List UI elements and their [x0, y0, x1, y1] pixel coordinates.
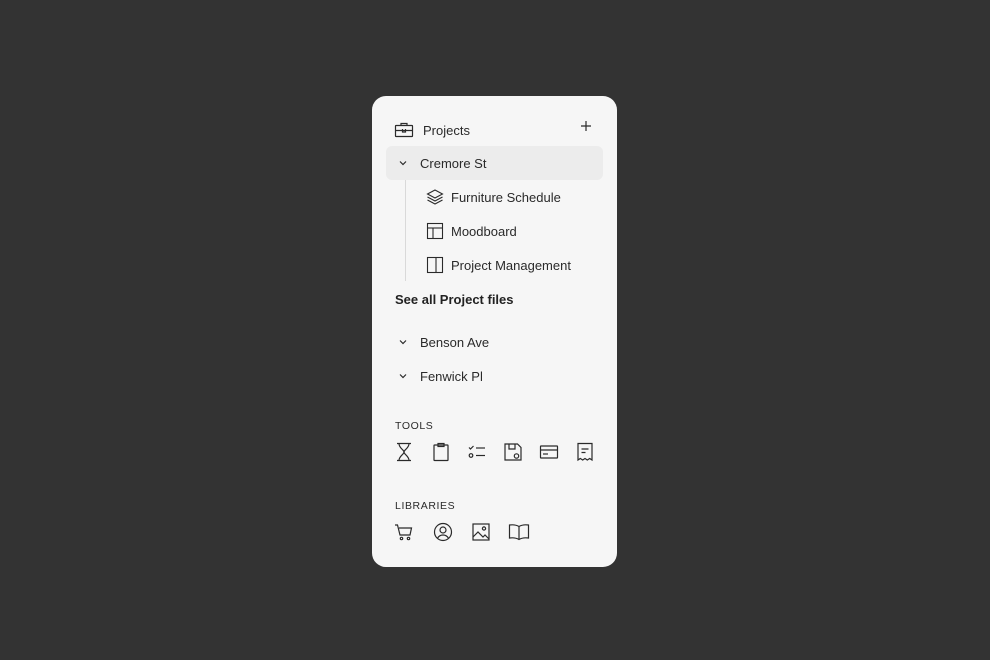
library-cart-button[interactable] — [394, 522, 414, 547]
project-fenwick-pl[interactable]: Fenwick Pl — [398, 365, 483, 387]
project-name: Fenwick Pl — [420, 368, 483, 384]
tool-credit-card-button[interactable] — [539, 444, 559, 464]
project-name: Cremore St — [420, 155, 487, 171]
projects-header[interactable]: Projects — [394, 118, 594, 142]
project-cremore-st[interactable]: Cremore St — [398, 152, 486, 174]
tool-checklist-button[interactable] — [467, 444, 487, 464]
checklist-icon — [467, 442, 487, 467]
file-furniture-schedule[interactable]: Furniture Schedule — [426, 186, 561, 208]
library-images-button[interactable] — [471, 522, 491, 547]
sidebar-panel-icon — [426, 256, 444, 274]
library-book-button[interactable] — [508, 522, 530, 547]
chevron-down-icon — [398, 371, 408, 381]
libraries-heading: LIBRARIES — [395, 500, 456, 512]
file-moodboard[interactable]: Moodboard — [426, 220, 517, 242]
projects-label: Projects — [423, 122, 470, 138]
tool-save-button[interactable] — [503, 442, 523, 467]
user-circle-icon — [433, 522, 453, 547]
cart-icon — [394, 522, 414, 547]
tool-clipboard-button[interactable] — [431, 442, 451, 467]
image-icon — [471, 522, 491, 547]
plus-icon — [580, 119, 592, 137]
clipboard-icon — [432, 442, 450, 467]
tree-connector — [405, 180, 406, 281]
book-icon — [508, 522, 530, 547]
see-all-project-files-link[interactable]: See all Project files — [395, 292, 514, 307]
project-name: Benson Ave — [420, 334, 490, 350]
chevron-down-icon — [398, 158, 408, 168]
layers-icon — [426, 188, 444, 206]
tool-hourglass-button[interactable] — [394, 442, 414, 467]
file-label: Furniture Schedule — [451, 189, 561, 205]
receipt-icon — [576, 442, 594, 467]
sidebar-panel: Projects Cremore St Furniture Schedule M… — [372, 96, 617, 567]
tool-receipt-button[interactable] — [575, 442, 595, 467]
save-icon — [503, 442, 523, 467]
file-project-management[interactable]: Project Management — [426, 254, 571, 276]
file-label: Moodboard — [451, 223, 517, 239]
briefcase-icon — [394, 121, 414, 139]
layout-icon — [426, 222, 444, 240]
tools-heading: TOOLS — [395, 420, 434, 432]
add-project-button[interactable] — [578, 120, 594, 136]
project-benson-ave[interactable]: Benson Ave — [398, 331, 489, 353]
hourglass-icon — [395, 442, 413, 467]
library-people-button[interactable] — [433, 522, 453, 547]
file-label: Project Management — [451, 257, 571, 273]
credit-card-icon — [539, 442, 559, 467]
chevron-down-icon — [398, 337, 408, 347]
